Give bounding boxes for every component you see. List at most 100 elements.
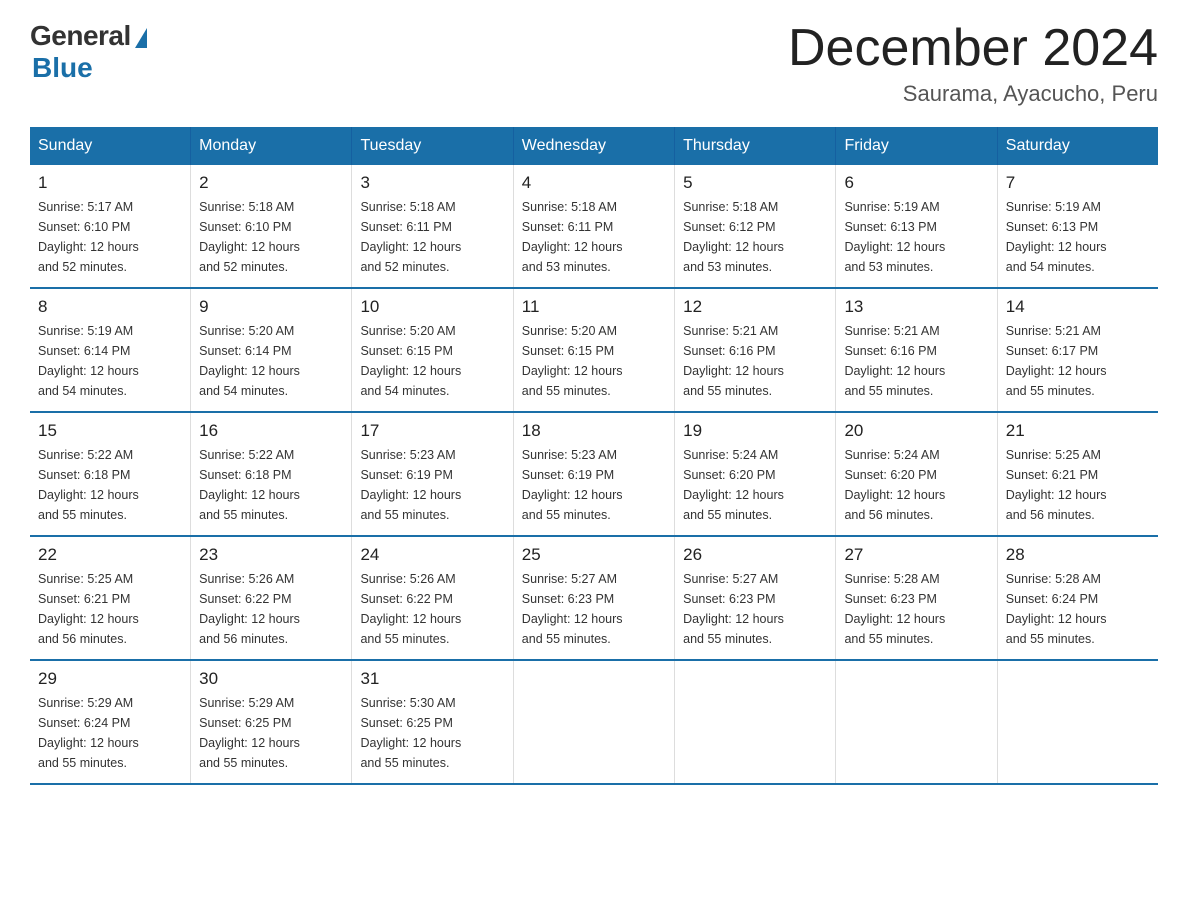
day-info: Sunrise: 5:20 AM Sunset: 6:14 PM Dayligh… xyxy=(199,321,343,401)
header-wednesday: Wednesday xyxy=(513,127,674,165)
location-title: Saurama, Ayacucho, Peru xyxy=(788,81,1158,107)
header-tuesday: Tuesday xyxy=(352,127,513,165)
header-saturday: Saturday xyxy=(997,127,1158,165)
day-info: Sunrise: 5:29 AM Sunset: 6:25 PM Dayligh… xyxy=(199,693,343,773)
calendar-week-1: 1 Sunrise: 5:17 AM Sunset: 6:10 PM Dayli… xyxy=(30,165,1158,288)
title-section: December 2024 Saurama, Ayacucho, Peru xyxy=(788,20,1158,107)
calendar-cell: 22 Sunrise: 5:25 AM Sunset: 6:21 PM Dayl… xyxy=(30,536,191,660)
calendar-cell: 28 Sunrise: 5:28 AM Sunset: 6:24 PM Dayl… xyxy=(997,536,1158,660)
day-number: 23 xyxy=(199,545,343,565)
day-number: 28 xyxy=(1006,545,1150,565)
day-info: Sunrise: 5:23 AM Sunset: 6:19 PM Dayligh… xyxy=(522,445,666,525)
calendar-week-5: 29 Sunrise: 5:29 AM Sunset: 6:24 PM Dayl… xyxy=(30,660,1158,784)
day-info: Sunrise: 5:21 AM Sunset: 6:16 PM Dayligh… xyxy=(844,321,988,401)
calendar-cell: 7 Sunrise: 5:19 AM Sunset: 6:13 PM Dayli… xyxy=(997,165,1158,288)
calendar-cell: 20 Sunrise: 5:24 AM Sunset: 6:20 PM Dayl… xyxy=(836,412,997,536)
calendar-cell xyxy=(675,660,836,784)
day-info: Sunrise: 5:19 AM Sunset: 6:13 PM Dayligh… xyxy=(1006,197,1150,277)
calendar-week-2: 8 Sunrise: 5:19 AM Sunset: 6:14 PM Dayli… xyxy=(30,288,1158,412)
day-info: Sunrise: 5:25 AM Sunset: 6:21 PM Dayligh… xyxy=(1006,445,1150,525)
day-number: 9 xyxy=(199,297,343,317)
day-number: 6 xyxy=(844,173,988,193)
day-number: 20 xyxy=(844,421,988,441)
calendar-cell: 19 Sunrise: 5:24 AM Sunset: 6:20 PM Dayl… xyxy=(675,412,836,536)
day-info: Sunrise: 5:21 AM Sunset: 6:16 PM Dayligh… xyxy=(683,321,827,401)
calendar-cell: 16 Sunrise: 5:22 AM Sunset: 6:18 PM Dayl… xyxy=(191,412,352,536)
day-info: Sunrise: 5:27 AM Sunset: 6:23 PM Dayligh… xyxy=(522,569,666,649)
calendar-cell: 9 Sunrise: 5:20 AM Sunset: 6:14 PM Dayli… xyxy=(191,288,352,412)
day-info: Sunrise: 5:18 AM Sunset: 6:12 PM Dayligh… xyxy=(683,197,827,277)
header-monday: Monday xyxy=(191,127,352,165)
day-info: Sunrise: 5:26 AM Sunset: 6:22 PM Dayligh… xyxy=(360,569,504,649)
day-number: 19 xyxy=(683,421,827,441)
calendar-cell: 1 Sunrise: 5:17 AM Sunset: 6:10 PM Dayli… xyxy=(30,165,191,288)
calendar-cell: 29 Sunrise: 5:29 AM Sunset: 6:24 PM Dayl… xyxy=(30,660,191,784)
calendar-table: SundayMondayTuesdayWednesdayThursdayFrid… xyxy=(30,127,1158,785)
day-number: 17 xyxy=(360,421,504,441)
calendar-cell: 27 Sunrise: 5:28 AM Sunset: 6:23 PM Dayl… xyxy=(836,536,997,660)
day-info: Sunrise: 5:24 AM Sunset: 6:20 PM Dayligh… xyxy=(683,445,827,525)
day-info: Sunrise: 5:18 AM Sunset: 6:10 PM Dayligh… xyxy=(199,197,343,277)
header-thursday: Thursday xyxy=(675,127,836,165)
day-info: Sunrise: 5:22 AM Sunset: 6:18 PM Dayligh… xyxy=(199,445,343,525)
logo-blue-text: Blue xyxy=(32,52,93,84)
calendar-cell: 17 Sunrise: 5:23 AM Sunset: 6:19 PM Dayl… xyxy=(352,412,513,536)
header-sunday: Sunday xyxy=(30,127,191,165)
calendar-cell xyxy=(997,660,1158,784)
day-info: Sunrise: 5:28 AM Sunset: 6:24 PM Dayligh… xyxy=(1006,569,1150,649)
day-number: 7 xyxy=(1006,173,1150,193)
calendar-cell xyxy=(836,660,997,784)
calendar-cell: 31 Sunrise: 5:30 AM Sunset: 6:25 PM Dayl… xyxy=(352,660,513,784)
calendar-cell: 24 Sunrise: 5:26 AM Sunset: 6:22 PM Dayl… xyxy=(352,536,513,660)
calendar-cell: 6 Sunrise: 5:19 AM Sunset: 6:13 PM Dayli… xyxy=(836,165,997,288)
calendar-cell: 14 Sunrise: 5:21 AM Sunset: 6:17 PM Dayl… xyxy=(997,288,1158,412)
day-info: Sunrise: 5:25 AM Sunset: 6:21 PM Dayligh… xyxy=(38,569,182,649)
day-info: Sunrise: 5:21 AM Sunset: 6:17 PM Dayligh… xyxy=(1006,321,1150,401)
page-header: General Blue December 2024 Saurama, Ayac… xyxy=(30,20,1158,107)
day-number: 2 xyxy=(199,173,343,193)
day-number: 25 xyxy=(522,545,666,565)
calendar-cell: 4 Sunrise: 5:18 AM Sunset: 6:11 PM Dayli… xyxy=(513,165,674,288)
day-number: 16 xyxy=(199,421,343,441)
header-friday: Friday xyxy=(836,127,997,165)
calendar-week-4: 22 Sunrise: 5:25 AM Sunset: 6:21 PM Dayl… xyxy=(30,536,1158,660)
day-info: Sunrise: 5:20 AM Sunset: 6:15 PM Dayligh… xyxy=(522,321,666,401)
day-info: Sunrise: 5:30 AM Sunset: 6:25 PM Dayligh… xyxy=(360,693,504,773)
day-number: 14 xyxy=(1006,297,1150,317)
day-number: 1 xyxy=(38,173,182,193)
calendar-cell: 15 Sunrise: 5:22 AM Sunset: 6:18 PM Dayl… xyxy=(30,412,191,536)
logo-triangle-icon xyxy=(135,28,147,48)
day-number: 22 xyxy=(38,545,182,565)
logo-general-text: General xyxy=(30,20,131,52)
calendar-cell: 30 Sunrise: 5:29 AM Sunset: 6:25 PM Dayl… xyxy=(191,660,352,784)
day-number: 13 xyxy=(844,297,988,317)
day-number: 30 xyxy=(199,669,343,689)
calendar-cell: 18 Sunrise: 5:23 AM Sunset: 6:19 PM Dayl… xyxy=(513,412,674,536)
calendar-cell: 5 Sunrise: 5:18 AM Sunset: 6:12 PM Dayli… xyxy=(675,165,836,288)
calendar-cell: 23 Sunrise: 5:26 AM Sunset: 6:22 PM Dayl… xyxy=(191,536,352,660)
day-info: Sunrise: 5:28 AM Sunset: 6:23 PM Dayligh… xyxy=(844,569,988,649)
logo: General Blue xyxy=(30,20,147,84)
day-info: Sunrise: 5:26 AM Sunset: 6:22 PM Dayligh… xyxy=(199,569,343,649)
day-info: Sunrise: 5:19 AM Sunset: 6:14 PM Dayligh… xyxy=(38,321,182,401)
calendar-cell: 2 Sunrise: 5:18 AM Sunset: 6:10 PM Dayli… xyxy=(191,165,352,288)
day-info: Sunrise: 5:18 AM Sunset: 6:11 PM Dayligh… xyxy=(360,197,504,277)
day-number: 21 xyxy=(1006,421,1150,441)
calendar-week-3: 15 Sunrise: 5:22 AM Sunset: 6:18 PM Dayl… xyxy=(30,412,1158,536)
day-info: Sunrise: 5:24 AM Sunset: 6:20 PM Dayligh… xyxy=(844,445,988,525)
day-number: 3 xyxy=(360,173,504,193)
day-number: 10 xyxy=(360,297,504,317)
day-info: Sunrise: 5:20 AM Sunset: 6:15 PM Dayligh… xyxy=(360,321,504,401)
calendar-cell: 26 Sunrise: 5:27 AM Sunset: 6:23 PM Dayl… xyxy=(675,536,836,660)
day-number: 24 xyxy=(360,545,504,565)
calendar-cell xyxy=(513,660,674,784)
day-number: 27 xyxy=(844,545,988,565)
day-info: Sunrise: 5:27 AM Sunset: 6:23 PM Dayligh… xyxy=(683,569,827,649)
day-info: Sunrise: 5:19 AM Sunset: 6:13 PM Dayligh… xyxy=(844,197,988,277)
day-info: Sunrise: 5:29 AM Sunset: 6:24 PM Dayligh… xyxy=(38,693,182,773)
day-info: Sunrise: 5:23 AM Sunset: 6:19 PM Dayligh… xyxy=(360,445,504,525)
calendar-cell: 3 Sunrise: 5:18 AM Sunset: 6:11 PM Dayli… xyxy=(352,165,513,288)
calendar-header-row: SundayMondayTuesdayWednesdayThursdayFrid… xyxy=(30,127,1158,165)
day-number: 15 xyxy=(38,421,182,441)
day-number: 5 xyxy=(683,173,827,193)
